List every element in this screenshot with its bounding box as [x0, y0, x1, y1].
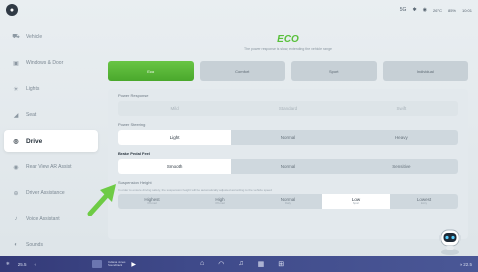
voice-assistant-robot-icon[interactable]: [436, 224, 464, 256]
temperature-readout: 26°C: [433, 7, 442, 13]
power-steering-label: Power Steering: [118, 122, 146, 127]
suspension-option-sub: Daily: [285, 201, 291, 205]
passenger-temp[interactable]: ◑ 22.5: [459, 262, 472, 267]
mode-tab-individual[interactable]: Individual: [382, 61, 468, 81]
power-response-mild: Mild: [170, 106, 179, 111]
suspension-normal[interactable]: Normal Daily: [254, 194, 322, 209]
power-steering-normal[interactable]: Normal: [231, 130, 344, 145]
power-steering-heavy[interactable]: Heavy: [345, 130, 458, 145]
drive-settings-panel: ECO The power response is slow, extendin…: [104, 20, 472, 256]
settings-sidebar: ⛟ Vehicle ▣ Windows & Door ☀ Lights ◢ Seat ◎ Driv…: [0, 20, 102, 256]
window-icon: ▣: [13, 60, 19, 67]
suspension-option-sub: Off-road: [147, 201, 157, 205]
sidebar-item-label: Voice Assistant: [26, 216, 60, 222]
fan-icon[interactable]: ❄: [6, 261, 10, 267]
sidebar-item-seat[interactable]: ◢ Seat: [4, 104, 98, 126]
drive-mode-tabs: Eco Comfort Sport Individual: [108, 61, 468, 81]
sidebar-item-label: Sounds: [26, 242, 43, 248]
brake-pedal-normal[interactable]: Normal: [231, 159, 344, 174]
drive-options-panel: Power Response Mild Standard Swift Power…: [108, 89, 468, 239]
sidebar-item-driver-assistance[interactable]: ⊕ Driver Assistance: [4, 182, 98, 204]
suspension-setting: Suspension Height In order to ensure dri…: [118, 180, 458, 209]
music-icon[interactable]: ♫: [238, 260, 243, 268]
battery-level: 85%: [447, 7, 456, 13]
media-meta: Indiana Jones Soundtrack: [108, 260, 125, 268]
suspension-high[interactable]: High Off-road: [186, 194, 254, 209]
seat-icon: ◢: [13, 112, 19, 119]
sidebar-item-lights[interactable]: ☀ Lights: [4, 78, 98, 100]
drive-assist-icon: ⊕: [13, 190, 19, 197]
power-steering-light[interactable]: Light: [118, 130, 232, 145]
driver-temp[interactable]: 25.5: [18, 262, 27, 267]
brake-pedal-setting: Brake Pedal Feel Smooth Normal Sensitive: [118, 151, 458, 174]
sidebar-item-voice-assistant[interactable]: ♪ Voice Assistant: [4, 208, 98, 230]
suspension-lowest[interactable]: Lowest Entry: [390, 194, 458, 209]
brake-pedal-selector: Smooth Normal Sensitive: [118, 159, 458, 174]
sidebar-item-rear-view-ar-assist[interactable]: ◉ Rear View AR Assist: [4, 156, 98, 178]
play-icon[interactable]: ▶: [131, 261, 136, 268]
sidebar-item-label: Seat: [26, 112, 37, 118]
bluetooth-icon: ✱: [412, 7, 417, 13]
steering-wheel-icon: ◎: [13, 138, 19, 145]
sidebar-item-windows-door[interactable]: ▣ Windows & Door: [4, 52, 98, 74]
power-response-setting: Power Response Mild Standard Swift: [118, 93, 458, 116]
suspension-option-sub: Off-road: [215, 201, 225, 205]
suspension-selector: Highest Off-road High Off-road Normal Daily Lo…: [118, 194, 458, 209]
app-dock: ⌂ ◠ ♫ ▦ ⊞: [200, 260, 284, 268]
car-outline-icon: ⛟: [12, 34, 20, 40]
taskbar: ❄ 25.5 ‹ Indiana Jones Soundtrack ▶ ⌂ ◠ ♫ ▦…: [0, 256, 478, 272]
album-cover: [92, 260, 102, 268]
suspension-label: Suspension Height: [118, 180, 152, 185]
network-indicator: 5G: [399, 7, 407, 13]
sidebar-item-label: Lights: [26, 86, 40, 92]
climate-right[interactable]: ◑ 22.5: [459, 262, 472, 267]
power-response-selector: Mild Standard Swift: [118, 101, 458, 116]
sidebar-item-vehicle[interactable]: ⛟ Vehicle: [4, 26, 98, 48]
power-steering-setting: Power Steering Light Normal Heavy: [118, 122, 458, 145]
sidebar-item-drive[interactable]: ◎ Drive: [4, 130, 98, 152]
signal-icon: ◉: [422, 7, 428, 13]
sidebar-item-label: Vehicle: [26, 34, 43, 40]
home-icon[interactable]: ⌂: [200, 260, 204, 268]
power-response-standard: Standard: [278, 106, 298, 111]
phone-icon[interactable]: ◠: [218, 260, 224, 268]
apps-icon[interactable]: ▦: [258, 260, 265, 268]
climate-left[interactable]: ❄ 25.5 ‹: [6, 261, 92, 267]
brake-pedal-sensitive[interactable]: Sensitive: [345, 159, 458, 174]
power-steering-selector: Light Normal Heavy: [118, 130, 458, 145]
voice-icon: ♪: [14, 216, 18, 222]
mode-tab-sport[interactable]: Sport: [291, 61, 377, 81]
brake-pedal-label: Brake Pedal Feel: [118, 151, 151, 156]
mode-tab-comfort[interactable]: Comfort: [199, 61, 285, 81]
grid-icon[interactable]: ⊞: [278, 260, 284, 268]
sound-icon: ◐: [14, 242, 18, 248]
sidebar-item-sounds[interactable]: ◐ Sounds: [4, 234, 98, 256]
suspension-low[interactable]: Low Sport: [322, 194, 390, 209]
clock: 10:01: [461, 7, 472, 13]
suspension-option-sub: Sport: [352, 201, 360, 205]
suspension-description: In order to ensure driving safety, the s…: [118, 188, 272, 192]
brake-pedal-smooth[interactable]: Smooth: [118, 159, 232, 174]
mode-title: ECO: [277, 34, 299, 45]
power-response-swift: Swift: [396, 106, 407, 111]
suspension-highest[interactable]: Highest Off-road: [118, 194, 186, 209]
mode-tab-eco[interactable]: Eco: [108, 61, 194, 81]
status-bar: 5G ✱ ◉ 26°C 85% 10:01: [0, 0, 478, 20]
power-response-label: Power Response: [118, 93, 149, 98]
chevron-left-icon[interactable]: ‹: [35, 262, 37, 267]
sidebar-item-label: Windows & Door: [26, 60, 64, 66]
sidebar-item-label: Driver Assistance: [26, 190, 65, 196]
camera-icon: ◉: [13, 164, 19, 171]
light-icon: ☀: [13, 86, 19, 93]
suspension-option-sub: Entry: [420, 201, 428, 205]
sidebar-item-label: Rear View AR Assist: [26, 164, 72, 170]
sidebar-item-label: Drive: [26, 137, 43, 145]
media-artist: Soundtrack: [108, 263, 123, 267]
media-widget[interactable]: Indiana Jones Soundtrack ▶: [92, 260, 176, 268]
mode-description: The power response is slow, extending th…: [244, 47, 332, 51]
pointer-arrow-icon: [87, 184, 116, 216]
